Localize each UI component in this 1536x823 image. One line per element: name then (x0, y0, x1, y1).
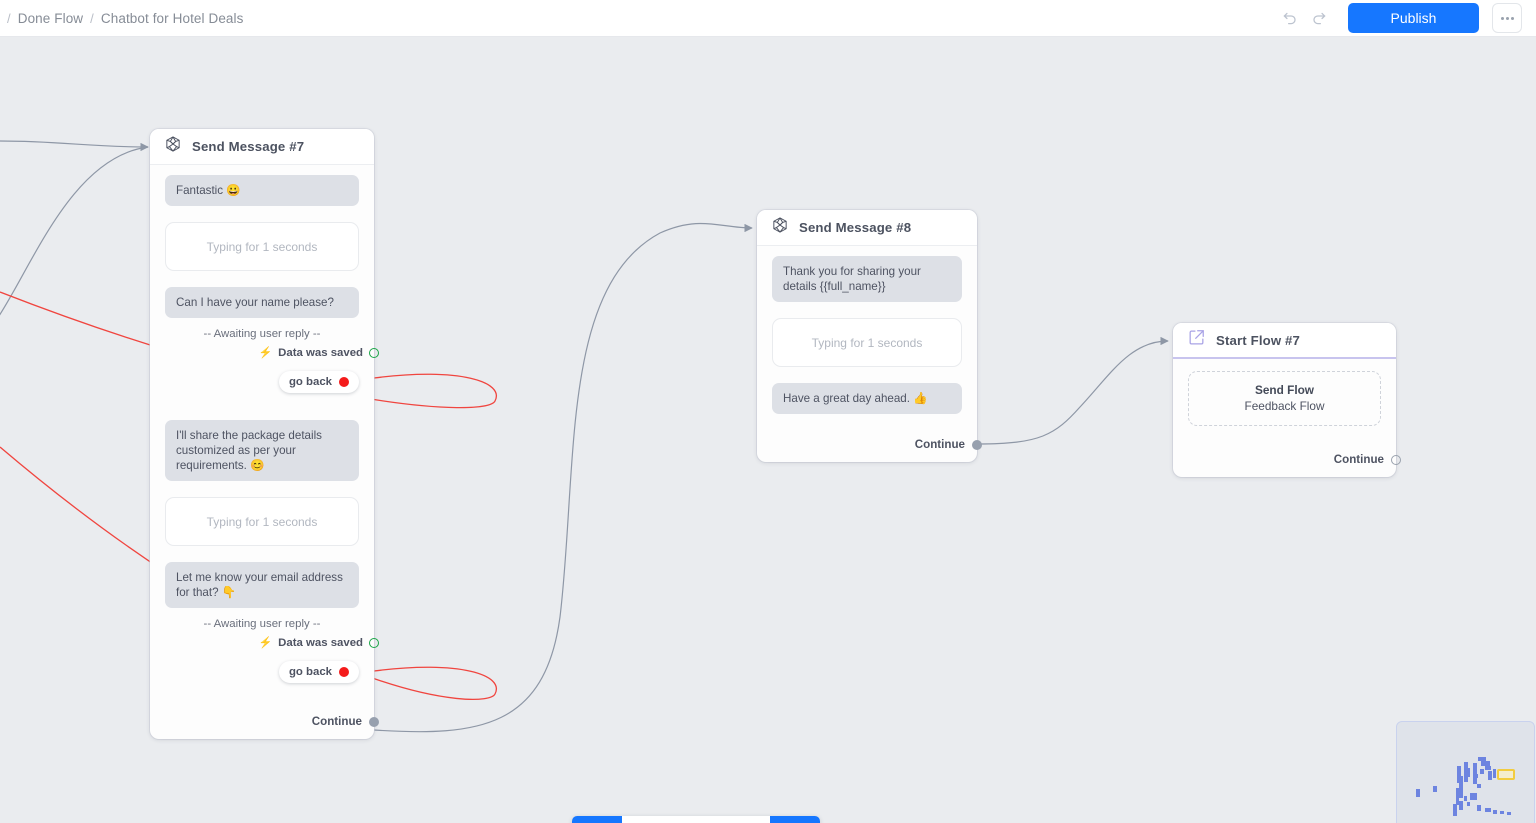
edge-msg7-to-msg8 (373, 222, 753, 733)
go-back-label: go back (288, 376, 333, 388)
breadcrumb: / Done Flow / Chatbot for Hotel Deals (7, 11, 244, 26)
go-back-label: go back (288, 666, 333, 678)
eye-icon[interactable] (572, 816, 622, 823)
go-back-button[interactable]: go back (279, 661, 359, 683)
node-title: Send Message #8 (799, 220, 912, 235)
redo-icon[interactable] (1304, 3, 1334, 33)
message-bubble[interactable]: Can I have your name please? (165, 287, 359, 318)
node-send-message-7[interactable]: Send Message #7 Fantastic 😀 Typing for 1… (150, 129, 379, 739)
data-saved-port-row[interactable]: ⚡ Data was saved (165, 346, 379, 359)
continue-label: Continue (914, 438, 965, 451)
typing-indicator[interactable]: Typing for 1 seconds (165, 222, 359, 271)
node-title: Send Message #7 (192, 139, 305, 154)
node-header[interactable]: Send Message #8 (757, 210, 977, 246)
data-saved-label: Data was saved (278, 636, 363, 649)
output-port-saved[interactable] (369, 637, 379, 648)
node-body: Fantastic 😀 Typing for 1 seconds Can I h… (150, 165, 379, 715)
lightning-icon: ⚡ (258, 637, 273, 649)
breadcrumb-item-current-flow[interactable]: Chatbot for Hotel Deals (101, 11, 244, 26)
zoom-out-icon[interactable] (671, 816, 721, 823)
output-port-saved[interactable] (369, 347, 379, 358)
continue-port-row[interactable]: Continue (150, 715, 379, 739)
typing-indicator[interactable]: Typing for 1 seconds (772, 318, 962, 367)
external-link-icon (1187, 328, 1206, 352)
breadcrumb-separator-root: / (7, 10, 11, 26)
continue-port-row[interactable]: Continue (1173, 453, 1401, 477)
node-send-message-8[interactable]: Send Message #8 Thank you for sharing yo… (757, 210, 982, 462)
message-bubble[interactable]: Let me know your email address for that?… (165, 562, 359, 608)
node-body: Thank you for sharing your details {{ful… (757, 246, 977, 438)
polyhedron-icon (771, 216, 789, 239)
message-bubble[interactable]: I'll share the package details customize… (165, 420, 359, 481)
zoom-in-icon[interactable] (621, 816, 672, 823)
send-flow-box[interactable]: Send Flow Feedback Flow (1188, 371, 1381, 426)
node-start-flow-7[interactable]: Start Flow #7 Send Flow Feedback Flow Co… (1173, 323, 1401, 477)
awaiting-reply-label: -- Awaiting user reply -- (203, 328, 321, 340)
breadcrumb-separator: / (90, 10, 94, 26)
top-bar: / Done Flow / Chatbot for Hotel Deals Pu… (0, 0, 1536, 37)
node-header[interactable]: Send Message #7 (150, 129, 374, 165)
more-options-icon[interactable] (1492, 3, 1522, 33)
polyhedron-icon (164, 135, 182, 158)
awaiting-reply-label: -- Awaiting user reply -- (203, 618, 321, 630)
node-header[interactable]: Start Flow #7 (1173, 323, 1396, 359)
message-bubble[interactable]: Have a great day ahead. 👍 (772, 383, 962, 414)
minimap[interactable] (1396, 721, 1535, 823)
edge-msg8-to-startflow7 (977, 336, 1169, 445)
publish-button[interactable]: Publish (1348, 3, 1479, 33)
message-bubble[interactable]: Thank you for sharing your details {{ful… (772, 256, 962, 302)
message-bubble[interactable]: Fantastic 😀 (165, 175, 359, 206)
plus-icon[interactable] (770, 816, 820, 823)
flow-name-label: Feedback Flow (1244, 399, 1325, 413)
output-port-continue[interactable] (972, 439, 982, 450)
flow-canvas[interactable]: Send Message #7 Fantastic 😀 Typing for 1… (0, 37, 1536, 823)
data-saved-label: Data was saved (278, 346, 363, 359)
go-back-button[interactable]: go back (279, 371, 359, 393)
top-bar-actions: Publish (1274, 3, 1536, 33)
edge-incoming-top (0, 140, 149, 152)
sparkle-icon[interactable] (720, 816, 771, 823)
continue-label: Continue (1333, 453, 1384, 466)
output-port-continue[interactable] (1391, 454, 1401, 465)
data-saved-port-row[interactable]: ⚡ Data was saved (165, 636, 379, 649)
output-port-goback[interactable] (339, 667, 350, 677)
continue-label: Continue (311, 715, 362, 728)
canvas-toolbar (572, 816, 820, 823)
breadcrumb-item-done-flow[interactable]: Done Flow (18, 11, 83, 26)
send-flow-label: Send Flow (1255, 383, 1314, 397)
node-body: Send Flow Feedback Flow (1173, 371, 1396, 453)
continue-port-row[interactable]: Continue (757, 438, 982, 462)
lightning-icon: ⚡ (258, 347, 273, 359)
output-port-continue[interactable] (369, 716, 379, 727)
edge-incoming-bottom (0, 146, 149, 316)
output-port-goback[interactable] (339, 377, 350, 387)
typing-indicator[interactable]: Typing for 1 seconds (165, 497, 359, 546)
undo-icon[interactable] (1274, 3, 1304, 33)
node-title: Start Flow #7 (1216, 332, 1301, 348)
